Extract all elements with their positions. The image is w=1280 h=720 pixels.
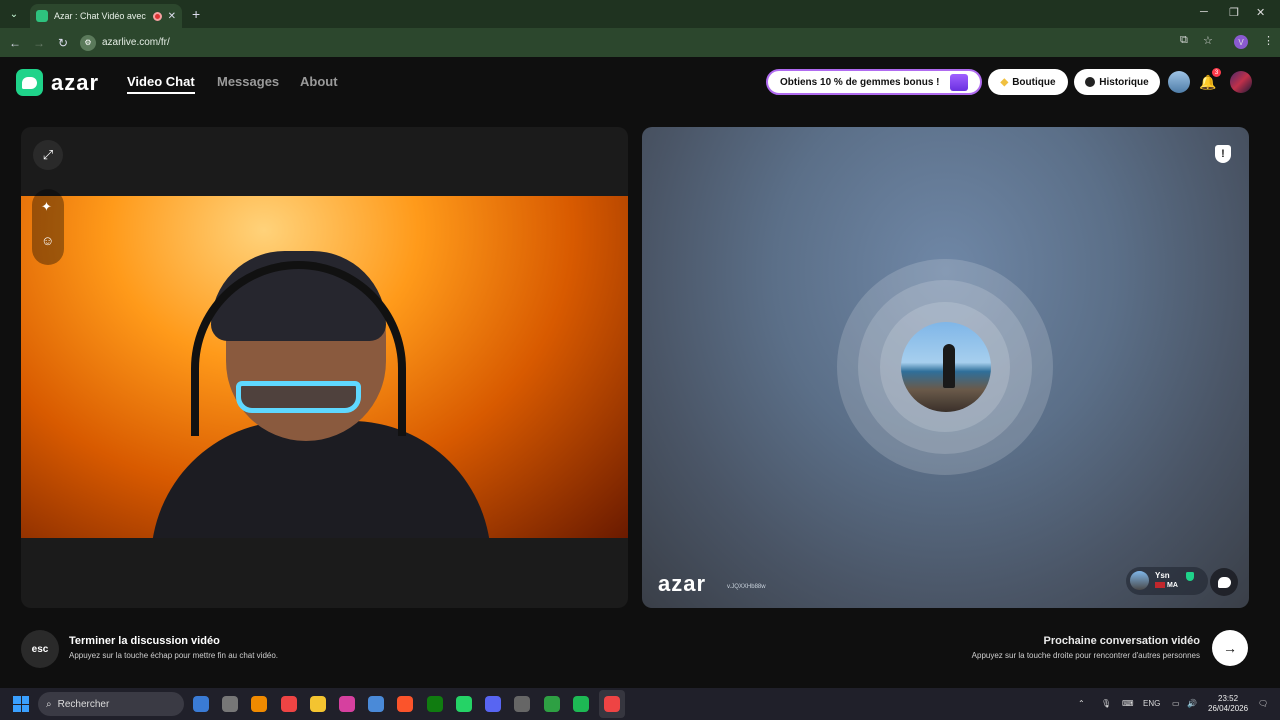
language-indicator[interactable]: ENG <box>1143 699 1160 708</box>
partner-profile-photo <box>901 322 991 412</box>
nav-video-chat[interactable]: Video Chat <box>127 74 195 94</box>
nav-about[interactable]: About <box>300 74 338 89</box>
xbox-icon[interactable] <box>427 696 443 712</box>
obs-icon[interactable] <box>514 696 530 712</box>
glasses <box>236 381 361 413</box>
chat-bubble-icon <box>1217 576 1231 588</box>
clock-icon <box>1085 77 1096 87</box>
profile-avatar[interactable]: V <box>1234 35 1248 49</box>
chrome-active-icon[interactable] <box>604 696 620 712</box>
bookmark-star-icon[interactable]: ☆ <box>1203 34 1213 47</box>
install-app-icon[interactable]: ⧉ <box>1180 34 1188 47</box>
magic-wand-icon[interactable]: ✦ <box>41 199 52 215</box>
nav-messages[interactable]: Messages <box>217 74 279 89</box>
terminal-icon[interactable] <box>222 696 238 712</box>
expand-icon[interactable]: ⤢ <box>33 140 63 170</box>
browser-menu-icon[interactable]: ⋮ <box>1263 34 1274 47</box>
user-avatar[interactable] <box>1230 71 1252 93</box>
vlc-icon[interactable] <box>251 696 267 712</box>
morocco-flag-icon <box>1155 582 1165 589</box>
partner-name: Ysn <box>1155 571 1170 580</box>
end-chat-title: Terminer la discussion vidéo <box>69 635 220 647</box>
clock-time: 23:52 <box>1218 694 1239 703</box>
url-field[interactable]: ⚙ azarlive.com/fr/ <box>80 32 1230 53</box>
browser-tab-bar: ⌄ Azar : Chat Vidéo avec de ✕ + ─ ❐ ✕ <box>0 0 1280 28</box>
notification-bell-icon[interactable]: 🔔 3 <box>1197 68 1221 93</box>
azar-logo[interactable]: azar <box>16 69 99 96</box>
azar-watermark: azar <box>658 571 707 596</box>
notification-center-icon[interactable]: 🗨 <box>1258 699 1268 708</box>
microphone-icon[interactable]: 🎙 <box>1101 699 1111 708</box>
tab-close-button[interactable]: ✕ <box>168 11 176 22</box>
verified-badge-icon <box>1186 572 1194 581</box>
azar-favicon-icon <box>36 10 48 22</box>
chrome-icon[interactable] <box>281 696 297 712</box>
report-shield-icon[interactable]: ! <box>1215 145 1231 163</box>
close-window-button[interactable]: ✕ <box>1256 6 1265 19</box>
next-chat-title: Prochaine conversation vidéo <box>1043 635 1201 647</box>
search-placeholder: Rechercher <box>57 698 110 710</box>
forward-arrow-icon[interactable]: → <box>27 36 51 50</box>
recording-icon <box>152 11 162 21</box>
media-player-icon[interactable] <box>544 696 560 712</box>
next-chat-subtitle: Appuyez sur la touche droite pour rencon… <box>971 651 1200 660</box>
taskbar-clock[interactable]: 23:52 26/04/2026 <box>1208 694 1248 714</box>
face-filter-icon[interactable]: ☺ <box>41 233 54 248</box>
boutique-label: Boutique <box>1012 76 1056 88</box>
back-arrow-icon[interactable]: ← <box>3 36 27 50</box>
url-text: azarlive.com/fr/ <box>102 37 170 48</box>
minimize-button[interactable]: ─ <box>1200 6 1208 18</box>
windows-start-icon[interactable] <box>13 696 29 712</box>
tab-title: Azar : Chat Vidéo avec de <box>54 11 147 21</box>
file-explorer-icon[interactable] <box>310 696 326 712</box>
partner-video-panel: ! azar v.JQXXHb88w Ysn MA <box>642 127 1249 608</box>
site-info-icon[interactable]: ⚙ <box>80 34 96 51</box>
watermark-id: v.JQXXHb88w <box>727 584 766 590</box>
maximize-button[interactable]: ❐ <box>1229 6 1239 19</box>
browser-address-bar: ← → ↻ ⚙ azarlive.com/fr/ <box>0 28 1280 57</box>
notification-badge: 3 <box>1212 68 1221 77</box>
browser-tab[interactable]: Azar : Chat Vidéo avec de ✕ <box>30 4 182 28</box>
historique-label: Historique <box>1099 76 1149 88</box>
search-icon: ⌕ <box>46 698 52 710</box>
partner-avatar <box>1130 571 1149 590</box>
self-video-panel: ⤢ ✦ ☺ <box>21 127 628 608</box>
keyboard-icon[interactable]: ⌨ <box>1122 699 1134 708</box>
tab-search-button[interactable]: ⌄ <box>4 4 24 24</box>
logo-text: azar <box>51 69 100 95</box>
windows-taskbar: ⌕ Rechercher ⌃ 🎙 ⌨ ENG ▭ 🔊 23:52 26/04/2… <box>0 688 1280 720</box>
reload-icon[interactable]: ↻ <box>51 36 75 50</box>
chat-bubble-button[interactable] <box>1210 568 1238 596</box>
whatsapp-icon[interactable] <box>456 696 472 712</box>
partner-country: MA <box>1167 582 1178 589</box>
brave-icon[interactable] <box>397 696 413 712</box>
spotify-icon[interactable] <box>573 696 589 712</box>
azar-logo-icon <box>16 69 43 96</box>
ms-store-icon[interactable] <box>368 696 384 712</box>
wifi-icon[interactable]: ▭ <box>1172 699 1180 708</box>
new-tab-button[interactable]: + <box>192 6 200 22</box>
gem-icon: ◆ <box>1000 76 1009 88</box>
taskbar-search[interactable]: ⌕ Rechercher <box>38 692 184 716</box>
tray-chevron-icon[interactable]: ⌃ <box>1078 699 1085 708</box>
historique-button[interactable]: Historique <box>1074 69 1160 95</box>
gem-bonus-promo-button[interactable]: Obtiens 10 % de gemmes bonus ! <box>766 69 982 95</box>
azar-page: azar Video Chat Messages About Obtiens 1… <box>0 57 1280 687</box>
gem-balance-icon[interactable] <box>1168 71 1190 93</box>
clock-date: 26/04/2026 <box>1208 704 1249 713</box>
next-chat-button[interactable]: → <box>1212 630 1248 666</box>
self-camera-feed <box>21 196 628 538</box>
defender-icon[interactable] <box>193 696 209 712</box>
partner-info-chip[interactable]: Ysn MA <box>1126 567 1208 595</box>
discord-icon[interactable] <box>485 696 501 712</box>
boutique-button[interactable]: ◆ Boutique <box>988 69 1068 95</box>
volume-icon[interactable]: 🔊 <box>1187 699 1197 708</box>
gift-icon <box>950 74 968 91</box>
promo-label: Obtiens 10 % de gemmes bonus ! <box>780 76 940 88</box>
esc-end-button[interactable]: esc <box>21 630 59 668</box>
arrow-right-icon: → <box>1223 640 1237 656</box>
end-chat-subtitle: Appuyez sur la touche échap pour mettre … <box>69 651 279 660</box>
instagram-icon[interactable] <box>339 696 355 712</box>
